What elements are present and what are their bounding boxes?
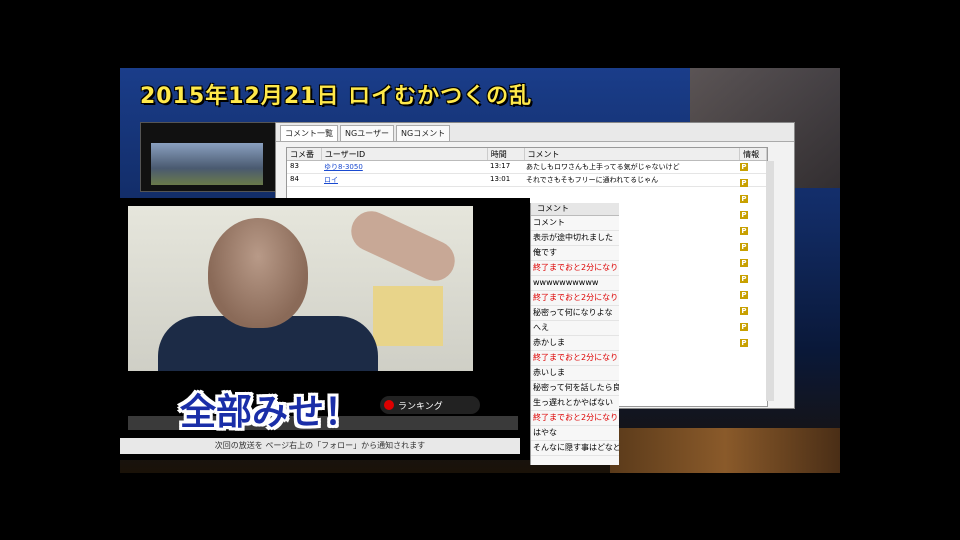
premium-icon: P (740, 227, 748, 235)
premium-marks: P P P P P P P P P P P P (740, 163, 760, 355)
premium-icon: P (740, 339, 748, 347)
list-item: そんなに隠す事はどなど (531, 441, 619, 456)
streamer-head (208, 218, 308, 328)
list-item: 秘密って何を話したら良 (531, 381, 619, 396)
premium-icon: P (740, 243, 748, 251)
video-frame: 2015年12月21日 ロイむかつくの乱 コメント一覧 NGユーザー NGコメン… (120, 68, 840, 473)
list-item: 終了までおと2分になり (531, 291, 619, 306)
premium-icon: P (740, 211, 748, 219)
comment-strip: コメント コメント 表示が途中切れました 俺です 終了までおと2分になり www… (530, 203, 619, 465)
row-number: 84 (290, 175, 299, 183)
record-icon (384, 400, 394, 410)
col-time[interactable]: 時間 (488, 148, 525, 160)
col-comment[interactable]: コメント (525, 148, 741, 160)
list-item: 赤いしま (531, 366, 619, 381)
list-item: 俺です (531, 246, 619, 261)
list-item: 終了までおと2分になり (531, 351, 619, 366)
row-comment: それでさもそもフリーに通われてるじゃん (526, 176, 659, 184)
comment-strip-header: コメント (531, 203, 619, 216)
table-row[interactable]: 84 ロイ 13:01 それでさもそもフリーに通われてるじゃん (287, 174, 767, 187)
ranking-button[interactable]: ランキング (380, 396, 480, 414)
premium-icon: P (740, 179, 748, 187)
list-item: 赤かしま (531, 336, 619, 351)
list-item: コメント (531, 216, 619, 231)
overlay-title: 2015年12月21日 ロイむかつくの乱 (140, 84, 533, 109)
col-info[interactable]: 情報 (740, 148, 767, 160)
premium-icon: P (740, 323, 748, 331)
list-item: 生っ遅れとかやばない (531, 396, 619, 411)
list-item: 秘密って何になりよな (531, 306, 619, 321)
comment-window-tabs: コメント一覧 NGユーザー NGコメント (276, 123, 794, 142)
streamer-arm (344, 206, 462, 288)
premium-icon: P (740, 195, 748, 203)
row-user-link[interactable]: ロイ (321, 174, 487, 186)
table-row[interactable]: 83 ゆり8-3050 13:17 あたしもロワさんも上手ってる気がじゃないけど (287, 161, 767, 174)
background-shelf (373, 286, 443, 346)
tab-ng-users[interactable]: NGユーザー (340, 125, 395, 141)
premium-icon: P (740, 307, 748, 315)
list-item: はやな (531, 426, 619, 441)
col-user-id[interactable]: ユーザーID (322, 148, 488, 160)
col-number[interactable]: コメ番 (287, 148, 322, 160)
row-user-link[interactable]: ゆり8-3050 (321, 161, 487, 173)
row-number: 83 (290, 162, 299, 170)
row-comment: あたしもロワさんも上手ってる気がじゃないけど (526, 163, 680, 171)
list-item: 表示が途中切れました (531, 231, 619, 246)
tab-comment-list[interactable]: コメント一覧 (280, 125, 338, 141)
preview-image (151, 143, 263, 185)
tab-ng-comments[interactable]: NGコメント (396, 125, 451, 141)
premium-icon: P (740, 163, 748, 171)
premium-icon: P (740, 291, 748, 299)
stream-panel: ランキング 全部みせ！ 次回の放送を ページ右上の「フォロー」から通知されます (120, 198, 530, 460)
ranking-label: ランキング (398, 401, 443, 412)
webcam-video[interactable] (128, 206, 473, 371)
comment-table-header: コメ番 ユーザーID 時間 コメント 情報 (287, 148, 767, 161)
list-item: 終了までおと2分になり (531, 411, 619, 426)
comment-table-scrollbar[interactable] (766, 161, 774, 401)
row-time: 13:01 (490, 175, 511, 183)
caption-text: 全部みせ！ (180, 392, 361, 433)
list-item: 終了までおと2分になり (531, 261, 619, 276)
follow-notification: 次回の放送を ページ右上の「フォロー」から通知されます (120, 438, 520, 454)
list-item: wwwwwwwwww (531, 276, 619, 291)
list-item: へえ (531, 321, 619, 336)
premium-icon: P (740, 275, 748, 283)
premium-icon: P (740, 259, 748, 267)
background-ground (610, 428, 840, 473)
preview-window (140, 122, 277, 192)
row-time: 13:17 (490, 162, 511, 170)
